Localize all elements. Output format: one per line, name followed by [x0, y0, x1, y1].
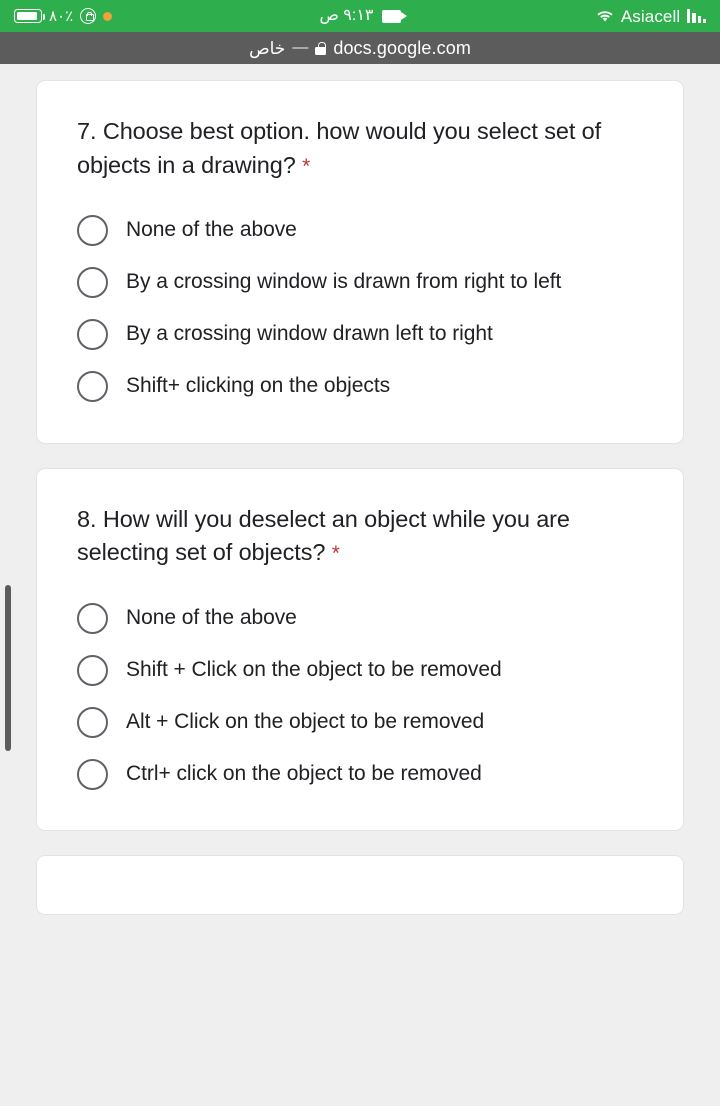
options-group: None of the above By a crossing window i…: [77, 205, 643, 413]
radio-button-icon[interactable]: [77, 371, 108, 403]
lock-icon: [315, 41, 327, 55]
status-bar: ٪٨٠ ٩:١٣ ص Asiacell: [0, 0, 720, 32]
option-row[interactable]: Ctrl+ click on the object to be removed: [77, 748, 643, 800]
option-label: By a crossing window is drawn from right…: [126, 270, 562, 294]
radio-button-icon[interactable]: [77, 654, 108, 686]
question-title-text: 7. Choose best option. how would you sel…: [77, 118, 602, 178]
option-label: None of the above: [126, 218, 297, 242]
question-title: 8. How will you deselect an object while…: [77, 503, 643, 571]
wifi-icon: [596, 9, 614, 23]
radio-button-icon[interactable]: [77, 319, 108, 351]
question-card: 7. Choose best option. how would you sel…: [36, 80, 684, 444]
url-host-label: docs.google.com: [333, 38, 471, 58]
required-asterisk: *: [302, 154, 311, 178]
form-page-body: 7. Choose best option. how would you sel…: [0, 64, 720, 1106]
status-bar-left-group: ٪٨٠: [14, 8, 319, 24]
option-row[interactable]: Alt + Click on the object to be removed: [77, 696, 643, 748]
phone-screen: ٪٨٠ ٩:١٣ ص Asiacell خاص — docs.google.co…: [0, 0, 720, 1106]
carrier-name-label: Asiacell: [620, 6, 681, 26]
option-label: Shift+ clicking on the objects: [126, 374, 391, 398]
page-scrollbar-thumb[interactable]: [5, 585, 11, 751]
radio-button-icon[interactable]: [77, 602, 108, 634]
rotation-lock-icon: [80, 8, 97, 24]
option-row[interactable]: By a crossing window drawn left to right: [77, 309, 643, 361]
option-row[interactable]: None of the above: [77, 592, 643, 644]
radio-button-icon[interactable]: [77, 706, 108, 738]
option-row[interactable]: None of the above: [77, 205, 643, 257]
radio-button-icon[interactable]: [77, 758, 108, 790]
status-bar-right-group: Asiacell: [401, 8, 706, 25]
option-label: Alt + Click on the object to be removed: [126, 710, 485, 734]
options-group: None of the above Shift + Click on the o…: [77, 592, 643, 800]
browser-url-bar[interactable]: خاص — docs.google.com: [0, 32, 720, 64]
option-label: Ctrl+ click on the object to be removed: [126, 762, 482, 786]
option-label: None of the above: [126, 606, 297, 630]
private-mode-label: خاص: [249, 38, 286, 58]
required-asterisk: *: [331, 542, 340, 566]
option-label: By a crossing window drawn left to right: [126, 322, 493, 346]
question-title: 7. Choose best option. how would you sel…: [77, 115, 643, 183]
radio-button-icon[interactable]: [77, 267, 108, 299]
battery-icon: [14, 9, 45, 23]
option-label: Shift + Click on the object to be remove…: [126, 658, 502, 682]
page-scrollbar-track[interactable]: [5, 64, 11, 1106]
option-row[interactable]: Shift+ clicking on the objects: [77, 361, 643, 413]
status-bar-center-group: ٩:١٣ ص: [319, 7, 407, 24]
orange-recording-dot-icon: [103, 11, 113, 21]
radio-button-icon[interactable]: [77, 215, 108, 247]
video-camera-icon: [381, 9, 407, 23]
question-card-partial: [36, 855, 684, 916]
option-row[interactable]: By a crossing window is drawn from right…: [77, 257, 643, 309]
question-title-text: 8. How will you deselect an object while…: [77, 505, 570, 566]
url-separator: —: [292, 39, 309, 56]
signal-bars-icon: [687, 9, 706, 23]
option-row[interactable]: Shift + Click on the object to be remove…: [77, 644, 643, 696]
question-card: 8. How will you deselect an object while…: [36, 467, 684, 832]
clock-label: ٩:١٣ ص: [319, 7, 374, 24]
battery-percent-label: ٪٨٠: [49, 7, 74, 25]
